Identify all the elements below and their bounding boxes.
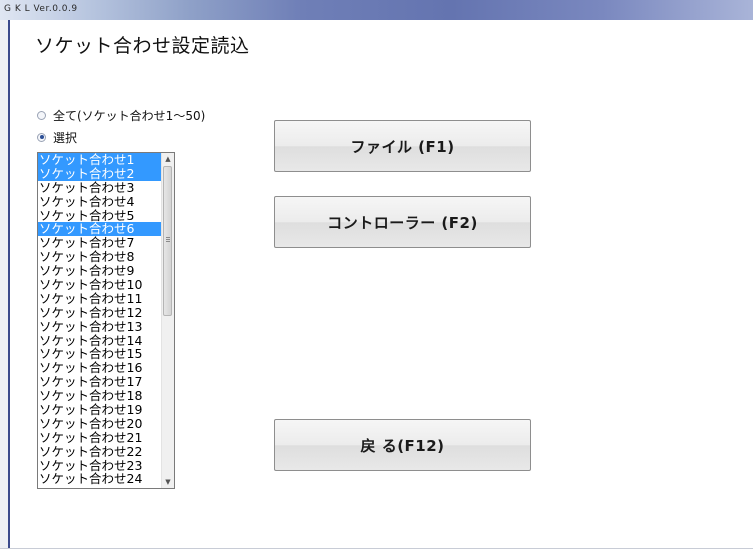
list-item[interactable]: ソケット合わせ11	[38, 292, 162, 306]
list-item[interactable]: ソケット合わせ7	[38, 236, 162, 250]
list-item[interactable]: ソケット合わせ23	[38, 458, 162, 473]
window-title: G K L Ver.0.0.9	[4, 4, 78, 14]
radio-select-label: 選択	[53, 130, 78, 145]
radio-all-label: 全て(ソケット合わせ1～50)	[53, 108, 206, 123]
list-item[interactable]: ソケット合わせ20	[38, 417, 162, 431]
controller-button[interactable]: コントローラー (F2)	[274, 196, 531, 248]
list-item[interactable]: ソケット合わせ13	[38, 319, 162, 334]
back-button[interactable]: 戻 る(F12)	[274, 419, 531, 471]
down-arrow-icon[interactable]: ▼	[162, 476, 174, 488]
list-item[interactable]: ソケット合わせ2	[38, 166, 162, 181]
list-item[interactable]: ソケット合わせ10	[38, 278, 162, 292]
list-item[interactable]: ソケット合わせ6	[38, 222, 162, 237]
radio-all[interactable]: 全て(ソケット合わせ1～50)	[37, 107, 205, 123]
list-scrollbar[interactable]: ▲ ▼	[161, 153, 174, 488]
list-item[interactable]: ソケット合わせ19	[38, 403, 162, 417]
list-item[interactable]: ソケット合わせ14	[38, 333, 162, 348]
list-item[interactable]: ソケット合わせ16	[38, 361, 162, 375]
list-item[interactable]: ソケット合わせ24	[38, 472, 162, 486]
radio-all-icon[interactable]	[37, 110, 46, 120]
scroll-thumb[interactable]	[163, 166, 172, 316]
list-item[interactable]: ソケット合わせ22	[38, 444, 162, 459]
list-item[interactable]: ソケット合わせ8	[38, 250, 162, 264]
list-item[interactable]: ソケット合わせ18	[38, 389, 162, 403]
window-left-frame-accent	[8, 20, 10, 549]
radio-select-icon[interactable]	[37, 132, 46, 142]
list-item[interactable]: ソケット合わせ9	[38, 264, 162, 278]
radio-select[interactable]: 選択	[37, 129, 77, 145]
file-button[interactable]: ファイル (F1)	[274, 120, 531, 172]
list-item[interactable]: ソケット合わせ15	[38, 347, 162, 361]
socket-list[interactable]: ソケット合わせ1 ソケット合わせ2 ソケット合わせ3 ソケット合わせ4 ソケット合わせ5…	[38, 153, 162, 486]
list-item[interactable]: ソケット合わせ5	[38, 208, 162, 223]
socket-list-box[interactable]: ソケット合わせ1 ソケット合わせ2 ソケット合わせ3 ソケット合わせ4 ソケット合わせ5…	[37, 152, 175, 489]
list-item[interactable]: ソケット合わせ17	[38, 375, 162, 389]
list-item[interactable]: ソケット合わせ3	[38, 180, 162, 195]
page-title: ソケット合わせ設定読込	[35, 35, 250, 57]
list-item[interactable]: ソケット合わせ12	[38, 305, 162, 320]
list-item[interactable]: ソケット合わせ4	[38, 194, 162, 209]
list-item[interactable]: ソケット合わせ21	[38, 430, 162, 445]
title-bar: G K L Ver.0.0.9	[0, 0, 753, 20]
up-arrow-icon[interactable]: ▲	[162, 153, 174, 165]
list-item[interactable]: ソケット合わせ1	[38, 153, 162, 167]
